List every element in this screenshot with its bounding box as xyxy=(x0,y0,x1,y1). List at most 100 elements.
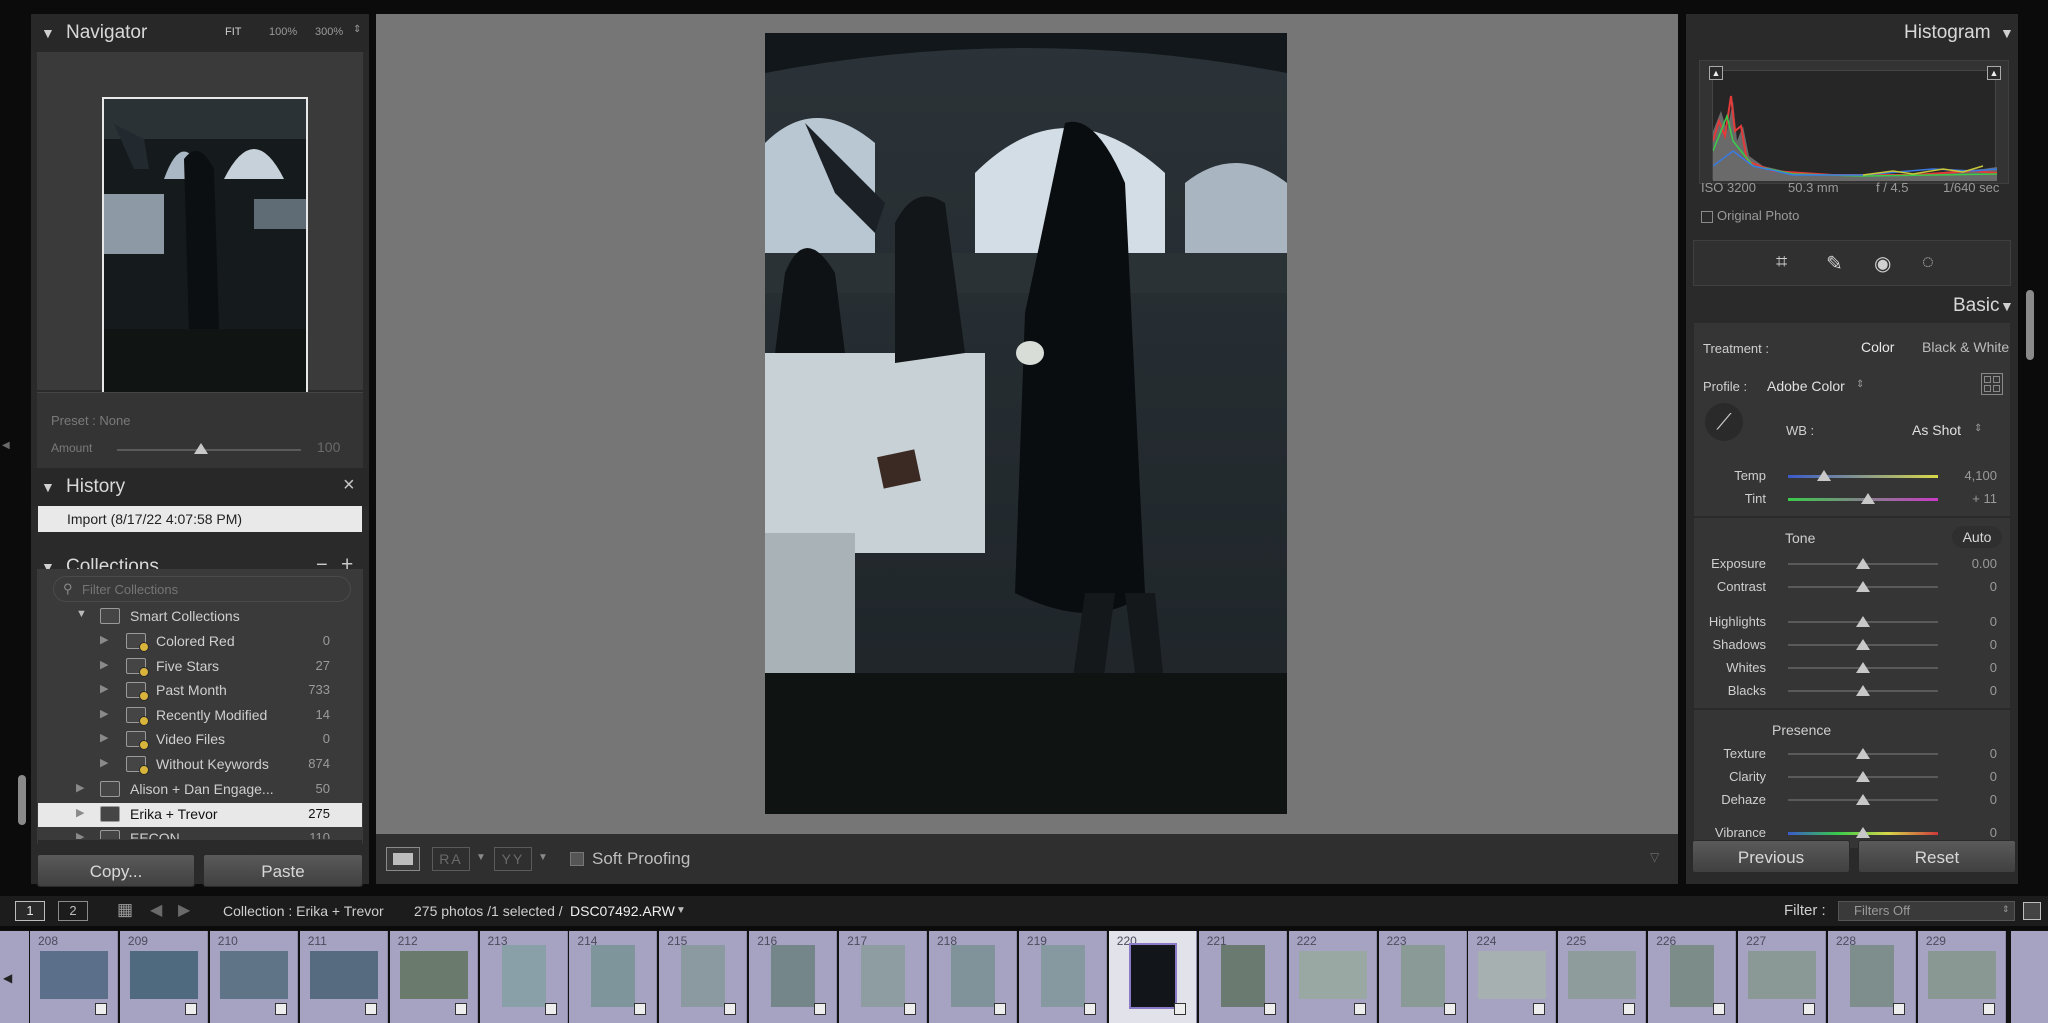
slider-value[interactable]: 0 xyxy=(1937,825,1997,840)
filmstrip-thumbnail[interactable] xyxy=(591,945,636,1007)
smart-collection-row[interactable]: ▶ Without Keywords 874 xyxy=(38,753,362,777)
back-arrow-icon[interactable]: ◀ xyxy=(150,900,162,920)
collapse-triangle-icon[interactable]: ▼ xyxy=(2000,298,2014,314)
filmstrip-thumbnail[interactable] xyxy=(1850,945,1894,1007)
zoom-100[interactable]: 100% xyxy=(269,26,297,38)
chevron-down-icon[interactable]: ▼ xyxy=(538,852,548,863)
collapse-triangle-icon[interactable]: ▼ xyxy=(41,479,55,495)
slider-knob[interactable] xyxy=(1856,748,1870,759)
filmstrip-thumbnail[interactable] xyxy=(309,951,378,999)
filmstrip-cell[interactable]: 223 xyxy=(1378,931,1467,1023)
zoom-fit[interactable]: FIT xyxy=(225,26,242,38)
zoom-300[interactable]: 300% xyxy=(315,26,343,38)
original-photo-checkbox[interactable] xyxy=(1701,211,1713,223)
collapsed-triangle-icon[interactable]: ▶ xyxy=(100,658,108,671)
filmstrip-cell[interactable]: 208 xyxy=(30,931,118,1023)
filmstrip-cell[interactable]: 225 xyxy=(1558,931,1647,1023)
navigator-header[interactable]: ▼ Navigator FIT 100% 300% ⇕ xyxy=(31,14,369,52)
collection-row-selected[interactable]: ▶ Erika + Trevor 275 xyxy=(38,802,362,827)
collapsed-triangle-icon[interactable]: ▶ xyxy=(100,682,108,695)
masking-icon[interactable]: ◌ xyxy=(1922,251,1934,274)
filmstrip-cell[interactable]: 212 xyxy=(389,931,478,1023)
collapsed-triangle-icon[interactable]: ▶ xyxy=(100,756,108,769)
left-panel-scrollbar[interactable] xyxy=(18,775,26,825)
filmstrip-cell[interactable]: 216 xyxy=(749,931,838,1023)
filmstrip-thumbnail[interactable] xyxy=(219,951,288,999)
collection-row[interactable]: ▶ Alison + Dan Engage... 50 xyxy=(38,778,362,802)
temp-slider-knob[interactable] xyxy=(1817,470,1831,481)
filmstrip-thumbnail[interactable] xyxy=(1220,945,1265,1007)
filmstrip-thumbnail[interactable] xyxy=(1298,951,1367,999)
filmstrip-cell[interactable]: 217 xyxy=(839,931,928,1023)
history-clear-icon[interactable]: × xyxy=(343,474,355,497)
smart-collection-row[interactable]: ▶ Five Stars 27 xyxy=(38,655,362,679)
filmstrip-cell[interactable]: 222 xyxy=(1288,931,1377,1023)
left-scroll-icon[interactable]: ◀ xyxy=(3,971,12,985)
filmstrip-partial-cell[interactable]: ◀ xyxy=(0,931,29,1023)
filmstrip-thumbnail[interactable] xyxy=(951,945,995,1007)
forward-arrow-icon[interactable]: ▶ xyxy=(178,900,190,920)
filmstrip-cell[interactable]: 224 xyxy=(1468,931,1557,1023)
main-photo[interactable] xyxy=(765,33,1287,814)
smart-collections-group[interactable]: ▼ Smart Collections xyxy=(38,605,362,629)
slider-value[interactable]: 0.00 xyxy=(1937,556,1997,571)
stepper-icon[interactable]: ⇕ xyxy=(2002,904,2010,915)
copy-button[interactable]: Copy... xyxy=(37,854,195,887)
filename[interactable]: DSC07492.ARW xyxy=(570,903,675,919)
profile-browser-icon[interactable] xyxy=(1981,373,2003,395)
filmstrip-cell[interactable]: 214 xyxy=(569,931,658,1023)
filmstrip-thumbnail[interactable] xyxy=(501,945,546,1007)
history-header[interactable]: ▼ History × xyxy=(31,468,369,506)
wb-dropdown[interactable]: As Shot xyxy=(1912,422,1961,438)
filter-dropdown[interactable]: Filters Off xyxy=(1838,901,2015,921)
filmstrip-cell[interactable]: 218 xyxy=(929,931,1017,1023)
filmstrip-cell[interactable]: 209 xyxy=(119,931,208,1023)
screen-2-button[interactable]: 2 xyxy=(58,901,88,921)
chevron-down-icon[interactable]: ▼ xyxy=(476,852,486,863)
filmstrip-partial-cell[interactable] xyxy=(2011,931,2048,1023)
tint-value[interactable]: + 11 xyxy=(1937,491,1997,506)
smart-collection-row[interactable]: ▶ Past Month 733 xyxy=(38,679,362,703)
amount-slider-track[interactable] xyxy=(117,449,301,451)
filmstrip-cell[interactable]: 211 xyxy=(299,931,388,1023)
collapsed-triangle-icon[interactable]: ▶ xyxy=(100,633,108,646)
slider-value[interactable]: 0 xyxy=(1937,660,1997,675)
chevron-down-icon[interactable]: ▼ xyxy=(676,905,686,916)
filter-lock-icon[interactable] xyxy=(2023,902,2041,920)
filmstrip-thumbnail[interactable] xyxy=(861,945,906,1007)
filmstrip-cell[interactable]: 219 xyxy=(1018,931,1107,1023)
filter-collections-input[interactable] xyxy=(53,576,351,602)
slider-knob[interactable] xyxy=(1856,662,1870,673)
source-label[interactable]: Collection : Erika + Trevor xyxy=(223,903,384,919)
temp-value[interactable]: 4,100 xyxy=(1937,468,1997,483)
treatment-color-option[interactable]: Color xyxy=(1861,339,1894,355)
reset-button[interactable]: Reset xyxy=(1858,840,2016,873)
smart-collection-row[interactable]: ▶ Recently Modified 14 xyxy=(38,704,362,728)
filmstrip-cell[interactable]: 229 xyxy=(1917,931,2006,1023)
crop-icon[interactable]: ⌗ xyxy=(1776,251,1787,274)
collapsed-triangle-icon[interactable]: ▶ xyxy=(100,731,108,744)
soft-proofing-checkbox[interactable] xyxy=(570,852,584,866)
slider-knob[interactable] xyxy=(1856,558,1870,569)
filmstrip-thumbnail[interactable] xyxy=(1128,943,1177,1009)
filmstrip-cell[interactable]: 213 xyxy=(479,931,568,1023)
filmstrip-thumbnail[interactable] xyxy=(1040,945,1085,1007)
filmstrip-thumbnail[interactable] xyxy=(1927,951,1996,999)
collection-row[interactable]: ▶ EECON 110 xyxy=(38,827,362,840)
filmstrip-thumbnail[interactable] xyxy=(1670,945,1715,1007)
collapse-triangle-icon[interactable]: ▼ xyxy=(41,25,55,41)
before-after-split-button[interactable]: YY xyxy=(494,847,532,871)
slider-value[interactable]: 0 xyxy=(1937,579,1997,594)
filmstrip-cell[interactable]: 226 xyxy=(1648,931,1737,1023)
slider-knob[interactable] xyxy=(1856,685,1870,696)
stepper-icon[interactable]: ⇕ xyxy=(1974,423,1982,434)
filmstrip-thumbnail[interactable] xyxy=(1748,951,1817,999)
navigator-thumbnail[interactable] xyxy=(102,97,308,407)
history-item[interactable]: Import (8/17/22 4:07:58 PM) xyxy=(38,506,362,532)
collapse-triangle-icon[interactable]: ▼ xyxy=(2000,25,2014,41)
slider-value[interactable]: 0 xyxy=(1937,746,1997,761)
filmstrip-thumbnail[interactable] xyxy=(1478,951,1547,999)
filmstrip-cell-selected[interactable]: 220 xyxy=(1108,931,1197,1023)
slider-value[interactable]: 0 xyxy=(1937,683,1997,698)
histogram-graph[interactable] xyxy=(1712,70,1998,181)
